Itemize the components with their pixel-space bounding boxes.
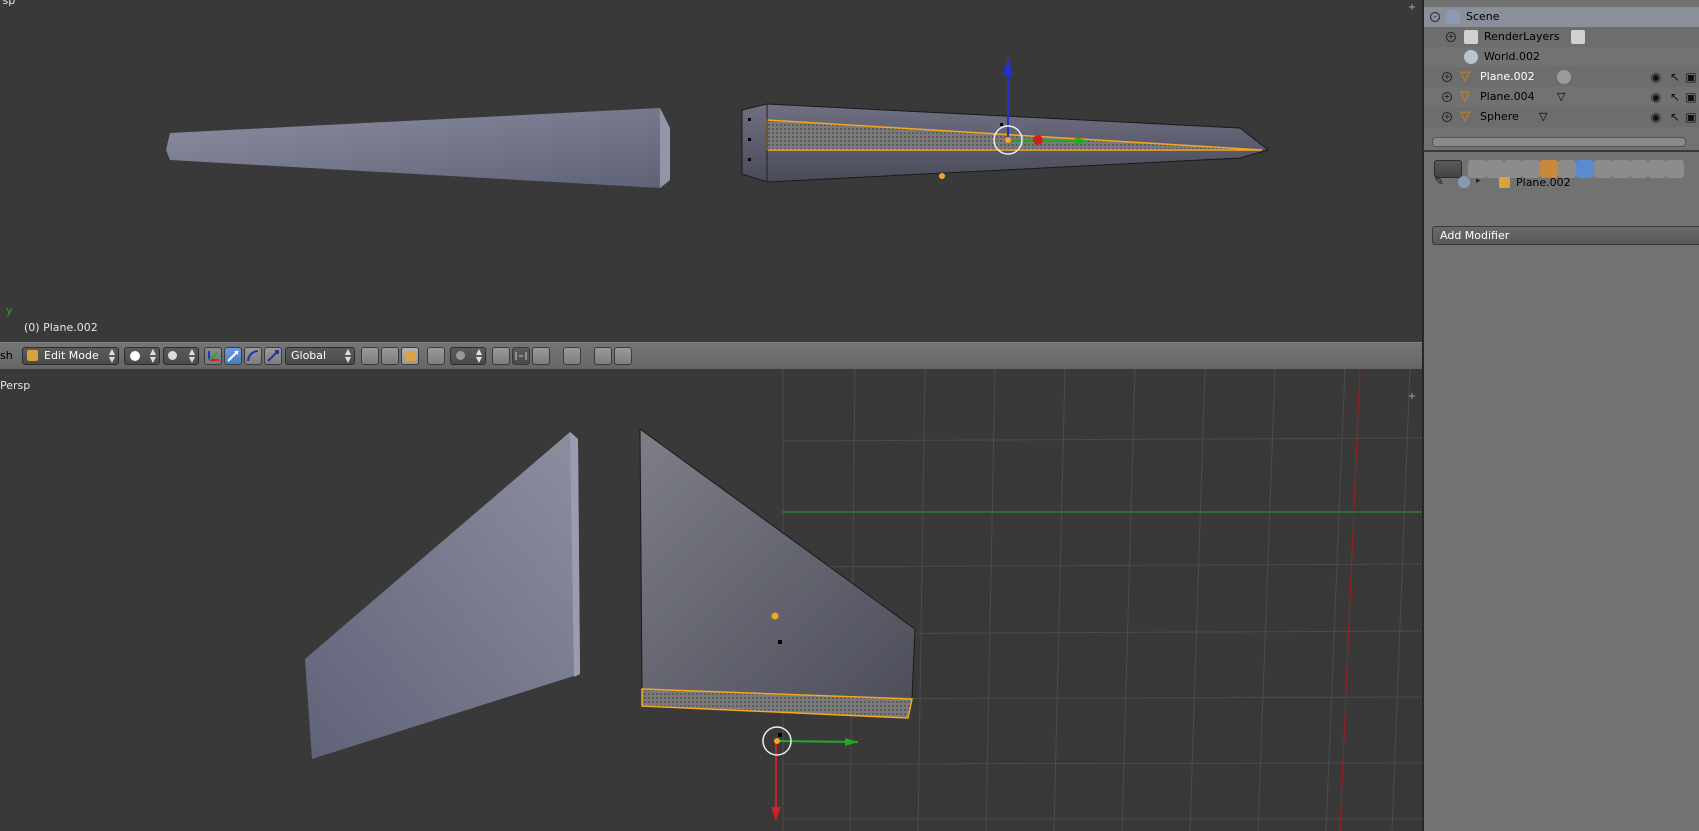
grid [782,369,1422,831]
scale-manipulator-icon[interactable] [264,347,282,365]
left-triangle-object[interactable] [305,432,580,759]
select-arrow-icon[interactable]: ↖ [1668,70,1682,84]
visibility-eye-icon[interactable]: ◉ [1649,110,1663,124]
expand-icon[interactable]: + [1442,112,1452,122]
breadcrumb-arrow-icon: ▸ [1476,176,1481,186]
mesh-data-icon: ▽ [1539,110,1548,123]
select-arrow-icon[interactable]: ↖ [1668,110,1682,124]
top-viewport-label: rsp [0,0,16,7]
edit-mode-icon [27,350,38,361]
outliner-row-renderlayers[interactable]: + RenderLayers [1424,27,1699,47]
header-menu-partial[interactable]: sh [0,349,13,362]
snap-target-icon[interactable] [532,347,550,365]
layer-3-icon[interactable] [401,347,419,365]
modifiers-tab-icon[interactable] [1576,160,1594,178]
bottom-viewport-label: Persp [0,379,31,392]
orientation-label: Global [291,349,327,362]
properties-panel: ✎ ▸ Plane.002 Add Modifier [1423,152,1699,831]
proportional-edit-selector[interactable]: ▲ ▼ [450,347,486,365]
bottom-viewport-corner-plus-icon[interactable]: + [1406,391,1418,403]
snap-element-icon[interactable] [512,347,530,365]
outliner-row-world[interactable]: World.002 [1424,47,1699,67]
visibility-eye-icon[interactable]: ◉ [1649,90,1663,104]
bottom-viewport-scene[interactable] [0,369,1422,831]
3d-view-header: sh Edit Mode ▲ ▼ ▲ ▼ ▲ ▼ Global ▲ ▼ ▲ ▼ [0,342,1422,370]
outliner-row-sphere[interactable]: + ▽ Sphere ▽ ◉ ↖ ▣ [1424,107,1699,127]
texture-tab-icon[interactable] [1630,160,1648,178]
pivot-icon [168,351,177,360]
outliner-label: Sphere [1480,110,1519,123]
axis-y-label: y [6,304,13,317]
selected-triangle-object[interactable] [639,428,916,700]
mesh-data-icon [1557,70,1571,84]
active-object-label: (0) Plane.002 [24,321,98,334]
visibility-eye-icon[interactable]: ◉ [1649,70,1663,84]
proportional-icon [456,351,465,360]
copy-icon[interactable] [563,347,581,365]
render-still-icon[interactable] [594,347,612,365]
layer-toggle-icon[interactable] [427,347,445,365]
select-arrow-icon[interactable]: ↖ [1668,90,1682,104]
render-camera-icon[interactable]: ▣ [1684,110,1698,124]
outliner-label: RenderLayers [1484,30,1560,43]
mode-selector[interactable]: Edit Mode ▲ ▼ [22,347,119,365]
translate-manipulator-icon[interactable] [224,347,242,365]
expand-icon[interactable]: + [1446,32,1456,42]
material-tab-icon[interactable] [1612,160,1630,178]
data-tab-icon[interactable] [1594,160,1612,178]
world-icon [1464,50,1478,64]
layer-2-icon[interactable] [381,347,399,365]
outliner-row-plane-004[interactable]: + ▽ Plane.004 ▽ ◉ ↖ ▣ [1424,87,1699,107]
outliner-label: Plane.002 [1480,70,1535,83]
expand-icon[interactable]: + [1442,72,1452,82]
outliner-row-scene[interactable]: - Scene [1424,7,1699,27]
top-viewport-scene[interactable] [0,0,1422,342]
outliner-scrollbar[interactable] [1432,137,1686,147]
snap-toggle-icon[interactable] [492,347,510,365]
outliner-label: Scene [1466,10,1500,23]
layer-1-icon[interactable] [361,347,379,365]
mesh-icon: ▽ [1460,89,1470,104]
bottom-3d-viewport[interactable]: Persp + [0,369,1422,831]
mesh-icon: ▽ [1460,109,1470,124]
add-modifier-button[interactable]: Add Modifier [1432,226,1699,245]
render-camera-icon[interactable]: ▣ [1684,70,1698,84]
outliner-label: Plane.004 [1480,90,1535,103]
solid-shading-icon [130,351,140,361]
viewport-shading-selector[interactable]: ▲ ▼ [124,347,160,365]
render-layers-sub-icon [1571,30,1585,44]
mesh-icon: ▽ [1460,69,1470,84]
render-layers-icon [1464,30,1478,44]
render-camera-icon[interactable]: ▣ [1684,90,1698,104]
expand-icon[interactable]: + [1442,92,1452,102]
manipulator-toggle-icon[interactable] [204,347,222,365]
collapse-icon[interactable]: - [1430,12,1440,22]
outliner-label: World.002 [1484,50,1541,63]
outliner-panel: - Scene + RenderLayers World.002 + ▽ Pla… [1423,0,1699,150]
mode-label: Edit Mode [44,349,99,362]
left-wedge-object[interactable] [166,108,670,188]
scene-icon [1446,10,1460,24]
outliner-row-plane-002[interactable]: + ▽ Plane.002 ◉ ↖ ▣ [1424,67,1699,87]
context-object-label: Plane.002 [1516,176,1571,189]
rotate-manipulator-icon[interactable] [244,347,262,365]
updown-icon: ▲ ▼ [108,347,115,364]
particles-tab-icon[interactable] [1648,160,1666,178]
object-context-icon [1499,177,1510,188]
scene-context-icon [1458,176,1470,188]
top-3d-viewport[interactable]: rsp + y (0) Plane.002 [0,0,1422,342]
top-viewport-corner-plus-icon[interactable]: + [1406,2,1418,14]
render-layers-tab-icon[interactable] [1486,160,1504,178]
mesh-data-icon: ▽ [1557,90,1566,103]
render-animation-icon[interactable] [614,347,632,365]
pin-icon[interactable]: ✎ [1434,174,1444,188]
pivot-point-selector[interactable]: ▲ ▼ [163,347,199,365]
transform-orientation-selector[interactable]: Global ▲ ▼ [285,347,355,365]
physics-tab-icon[interactable] [1666,160,1684,178]
